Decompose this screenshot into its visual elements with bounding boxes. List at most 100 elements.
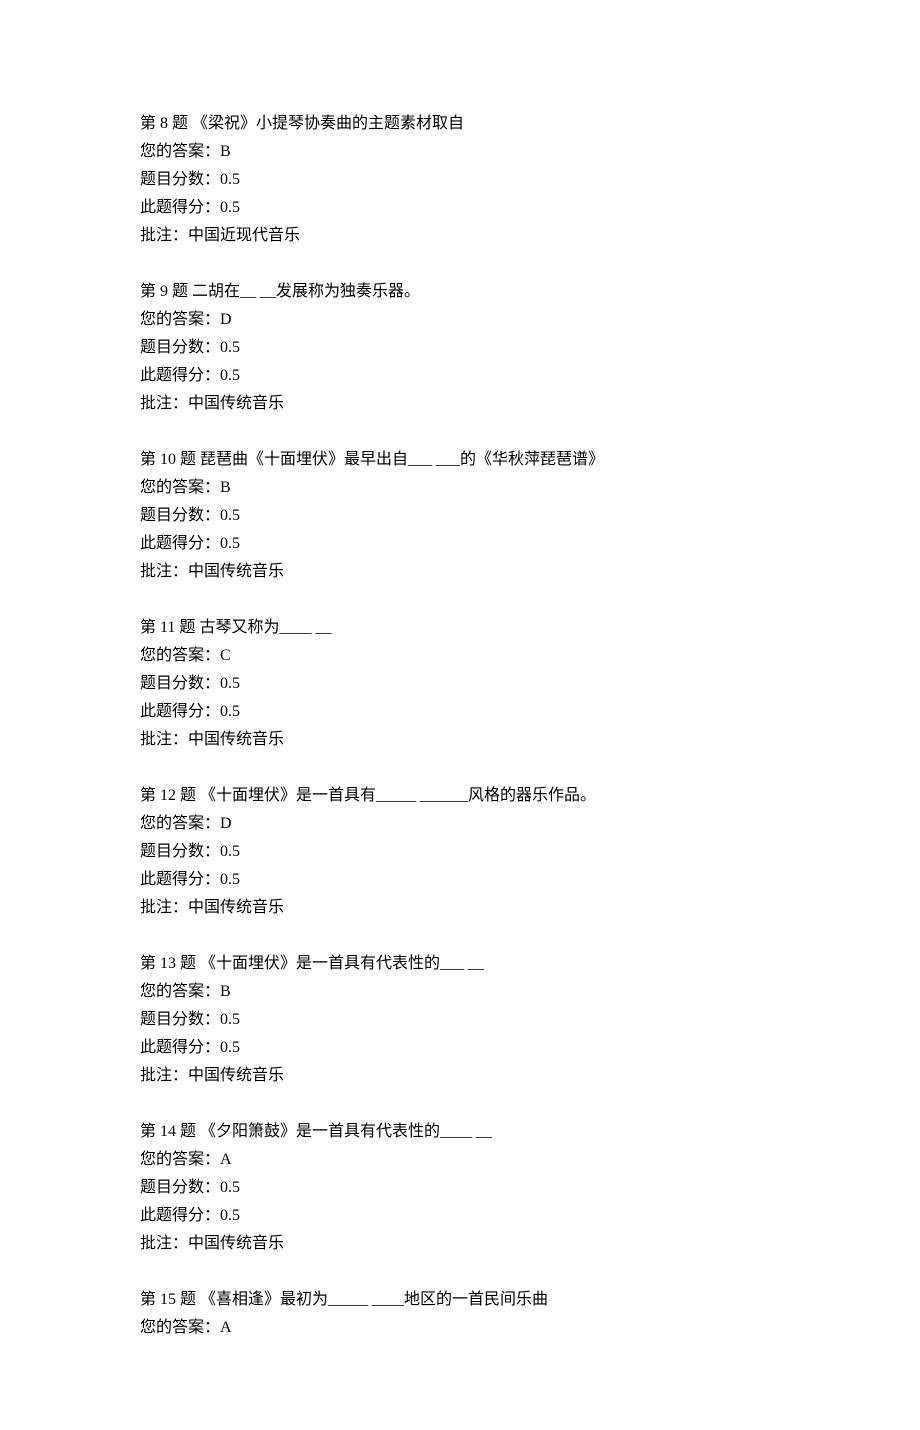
score-value: 0.5 — [220, 1179, 240, 1196]
your-answer-label: 您的答案： — [140, 479, 220, 496]
earned-value: 0.5 — [220, 199, 240, 216]
answer-line: 您的答案：B — [140, 978, 780, 1006]
answer-line: 您的答案：C — [140, 642, 780, 670]
note-value: 中国传统音乐 — [188, 395, 284, 412]
answer-line: 您的答案：B — [140, 474, 780, 502]
note-value: 中国传统音乐 — [188, 563, 284, 580]
note-value: 中国近现代音乐 — [188, 227, 300, 244]
earned-value: 0.5 — [220, 871, 240, 888]
question-block: 第 11 题 古琴又称为____ __您的答案：C题目分数：0.5此题得分：0.… — [140, 614, 780, 754]
question-title: 第 8 题 《梁祝》小提琴协奏曲的主题素材取自 — [140, 110, 780, 138]
earned-score-label: 此题得分： — [140, 199, 220, 216]
answer-value: B — [220, 143, 231, 160]
question-text: 《梁祝》小提琴协奏曲的主题素材取自 — [188, 115, 464, 132]
earned-score-label: 此题得分： — [140, 871, 220, 888]
question-number: 13 — [160, 955, 176, 972]
question-title: 第 10 题 琵琶曲《十面埋伏》最早出自___ ___的《华秋萍琵琶谱》 — [140, 446, 780, 474]
note-label: 批注： — [140, 563, 188, 580]
question-block: 第 8 题 《梁祝》小提琴协奏曲的主题素材取自您的答案：B题目分数：0.5此题得… — [140, 110, 780, 250]
note-value: 中国传统音乐 — [188, 1235, 284, 1252]
note-line: 批注：中国近现代音乐 — [140, 222, 780, 250]
question-title: 第 14 题 《夕阳箫鼓》是一首具有代表性的____ __ — [140, 1118, 780, 1146]
earned-line: 此题得分：0.5 — [140, 362, 780, 390]
document-content: 第 8 题 《梁祝》小提琴协奏曲的主题素材取自您的答案：B题目分数：0.5此题得… — [140, 110, 780, 1342]
earned-value: 0.5 — [220, 1207, 240, 1224]
question-block: 第 12 题 《十面埋伏》是一首具有_____ ______风格的器乐作品。您的… — [140, 782, 780, 922]
question-score-label: 题目分数： — [140, 675, 220, 692]
score-line: 题目分数：0.5 — [140, 670, 780, 698]
your-answer-label: 您的答案： — [140, 983, 220, 1000]
question-block: 第 13 题 《十面埋伏》是一首具有代表性的___ __您的答案：B题目分数：0… — [140, 950, 780, 1090]
score-value: 0.5 — [220, 1011, 240, 1028]
answer-value: D — [220, 311, 232, 328]
score-line: 题目分数：0.5 — [140, 166, 780, 194]
question-prefix-label: 第 — [140, 955, 156, 972]
question-suffix-label: 题 — [180, 787, 196, 804]
question-score-label: 题目分数： — [140, 339, 220, 356]
earned-line: 此题得分：0.5 — [140, 866, 780, 894]
question-prefix-label: 第 — [140, 283, 156, 300]
note-label: 批注： — [140, 899, 188, 916]
answer-value: C — [220, 647, 231, 664]
earned-line: 此题得分：0.5 — [140, 1034, 780, 1062]
question-number: 12 — [160, 787, 176, 804]
earned-line: 此题得分：0.5 — [140, 194, 780, 222]
question-score-label: 题目分数： — [140, 1179, 220, 1196]
score-line: 题目分数：0.5 — [140, 1006, 780, 1034]
question-prefix-label: 第 — [140, 451, 156, 468]
earned-score-label: 此题得分： — [140, 367, 220, 384]
question-text: 《十面埋伏》是一首具有代表性的___ __ — [196, 955, 484, 972]
question-block: 第 14 题 《夕阳箫鼓》是一首具有代表性的____ __您的答案：A 题目分数：… — [140, 1118, 780, 1258]
note-line: 批注：中国传统音乐 — [140, 1230, 780, 1258]
question-prefix-label: 第 — [140, 115, 156, 132]
question-block: 第 9 题 二胡在__ __发展称为独奏乐器。您的答案：D题目分数：0.5此题得… — [140, 278, 780, 418]
question-text: 琵琶曲《十面埋伏》最早出自___ ___的《华秋萍琵琶谱》 — [196, 451, 604, 468]
score-value: 0.5 — [220, 507, 240, 524]
answer-value: A — [220, 1319, 232, 1336]
question-score-label: 题目分数： — [140, 1011, 220, 1028]
note-line: 批注：中国传统音乐 — [140, 726, 780, 754]
earned-score-label: 此题得分： — [140, 1207, 220, 1224]
answer-value: B — [220, 479, 231, 496]
question-prefix-label: 第 — [140, 1291, 156, 1308]
question-number: 9 — [160, 283, 168, 300]
your-answer-label: 您的答案： — [140, 1319, 220, 1336]
question-text: 《十面埋伏》是一首具有_____ ______风格的器乐作品。 — [196, 787, 596, 804]
score-value: 0.5 — [220, 339, 240, 356]
earned-value: 0.5 — [220, 535, 240, 552]
question-title: 第 15 题 《喜相逢》最初为_____ ____地区的一首民间乐曲 — [140, 1286, 780, 1314]
note-label: 批注： — [140, 1235, 188, 1252]
question-suffix-label: 题 — [180, 451, 196, 468]
question-title: 第 12 题 《十面埋伏》是一首具有_____ ______风格的器乐作品。 — [140, 782, 780, 810]
earned-score-label: 此题得分： — [140, 703, 220, 720]
question-suffix-label: 题 — [180, 955, 196, 972]
question-suffix-label: 题 — [179, 619, 195, 636]
question-block: 第 10 题 琵琶曲《十面埋伏》最早出自___ ___的《华秋萍琵琶谱》您的答案… — [140, 446, 780, 586]
question-suffix-label: 题 — [180, 1123, 196, 1140]
your-answer-label: 您的答案： — [140, 815, 220, 832]
answer-value: A — [220, 1151, 232, 1168]
earned-line: 此题得分：0.5 — [140, 1202, 780, 1230]
question-title: 第 13 题 《十面埋伏》是一首具有代表性的___ __ — [140, 950, 780, 978]
score-value: 0.5 — [220, 675, 240, 692]
answer-line: 您的答案：A — [140, 1146, 780, 1174]
earned-line: 此题得分：0.5 — [140, 530, 780, 558]
question-text: 古琴又称为____ __ — [195, 619, 331, 636]
question-number: 11 — [160, 619, 175, 636]
question-prefix-label: 第 — [140, 619, 156, 636]
your-answer-label: 您的答案： — [140, 647, 220, 664]
answer-line: 您的答案：D — [140, 810, 780, 838]
note-line: 批注：中国传统音乐 — [140, 558, 780, 586]
answer-line: 您的答案：B — [140, 138, 780, 166]
earned-score-label: 此题得分： — [140, 1039, 220, 1056]
answer-line: 您的答案：D — [140, 306, 780, 334]
question-text: 《喜相逢》最初为_____ ____地区的一首民间乐曲 — [196, 1291, 548, 1308]
question-prefix-label: 第 — [140, 787, 156, 804]
note-line: 批注：中国传统音乐 — [140, 1062, 780, 1090]
question-title: 第 9 题 二胡在__ __发展称为独奏乐器。 — [140, 278, 780, 306]
earned-value: 0.5 — [220, 1039, 240, 1056]
note-value: 中国传统音乐 — [188, 731, 284, 748]
question-title: 第 11 题 古琴又称为____ __ — [140, 614, 780, 642]
question-suffix-label: 题 — [172, 283, 188, 300]
question-prefix-label: 第 — [140, 1123, 156, 1140]
